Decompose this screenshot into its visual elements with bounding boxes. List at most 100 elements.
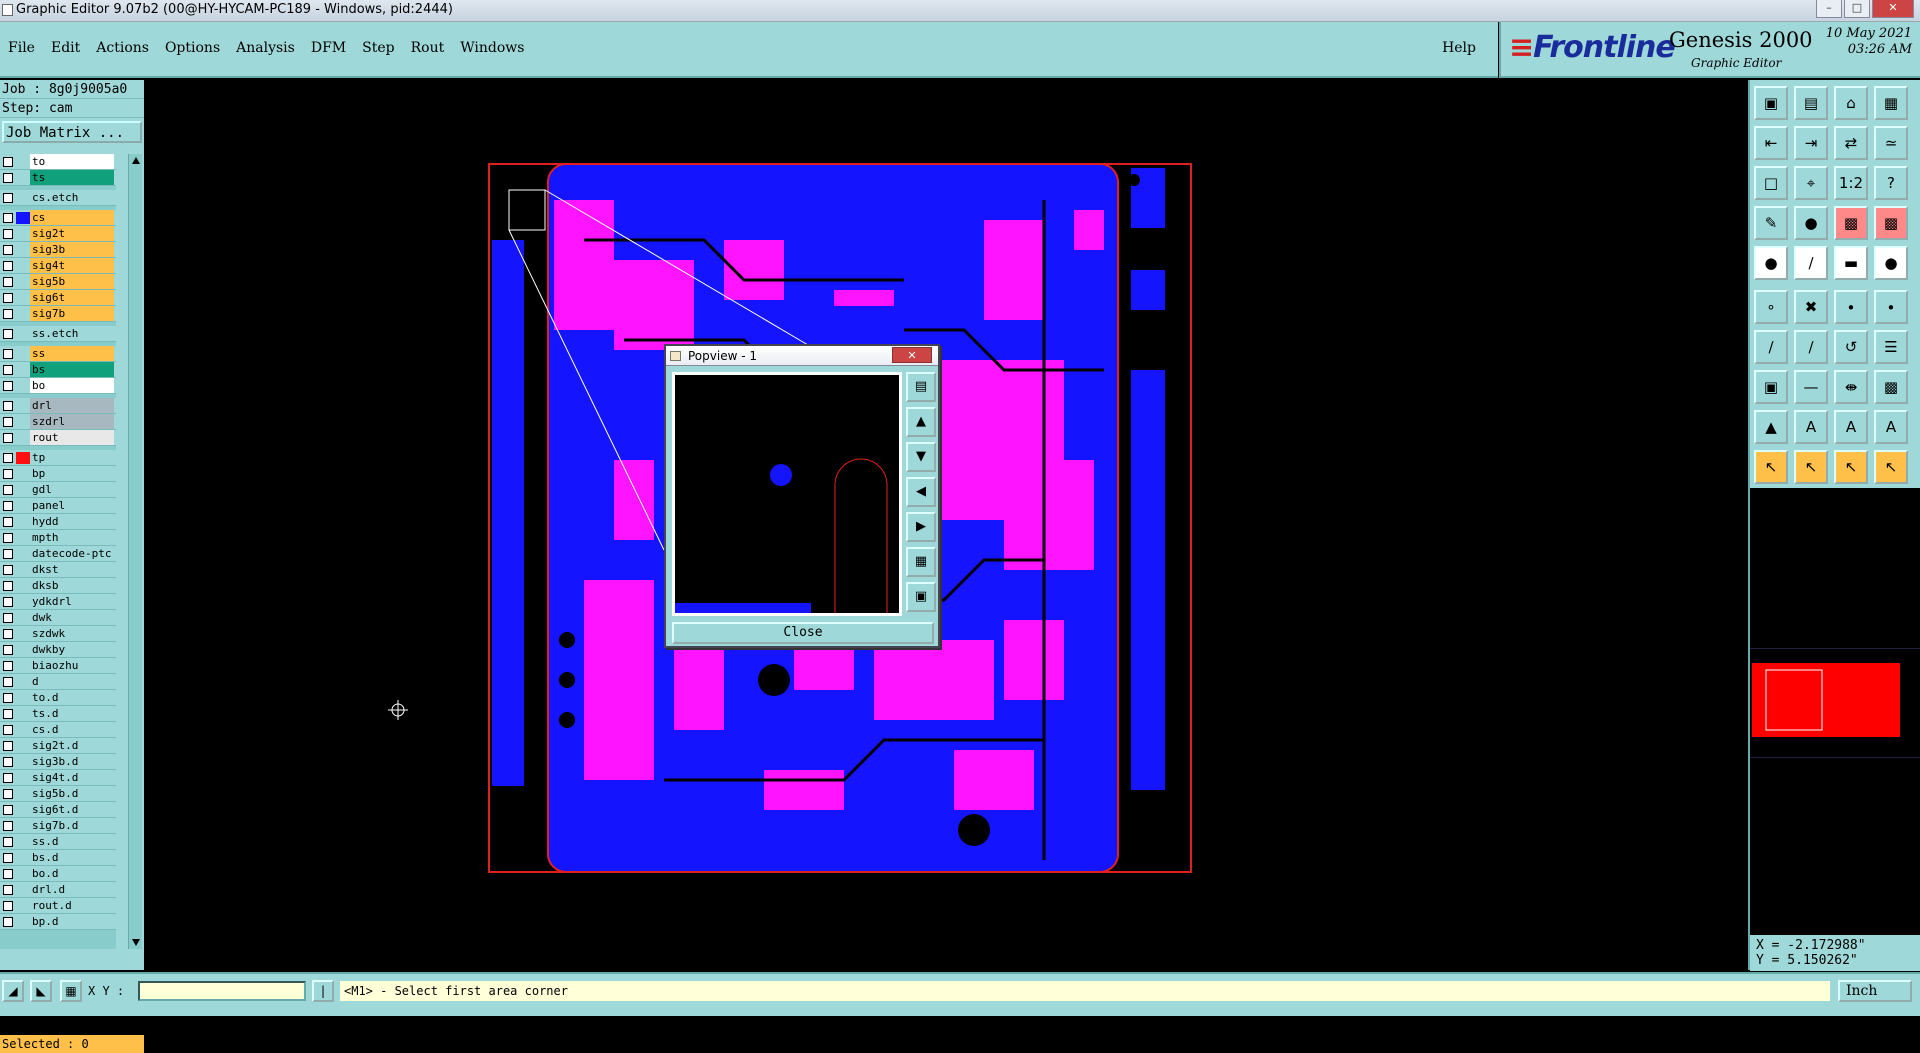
- layer-name[interactable]: dwkby: [30, 642, 114, 657]
- layer-name[interactable]: sig6t: [30, 290, 114, 305]
- layer-row[interactable]: hydd: [0, 514, 116, 530]
- layer-checkbox[interactable]: [3, 884, 13, 895]
- layer-row[interactable]: bs: [0, 362, 116, 378]
- layer-name[interactable]: bo.d: [30, 866, 114, 881]
- select4-icon[interactable]: ↖: [1874, 450, 1908, 484]
- layer-row[interactable]: cs: [0, 210, 116, 226]
- dash-icon[interactable]: ▬: [1834, 246, 1868, 280]
- layer-checkbox[interactable]: [3, 836, 13, 847]
- layer-name[interactable]: bo: [30, 378, 114, 393]
- layer-row[interactable]: to: [0, 154, 116, 170]
- layer-name[interactable]: ts: [30, 170, 114, 185]
- select-icon[interactable]: ↖: [1754, 450, 1788, 484]
- probe-icon[interactable]: ●: [1794, 206, 1828, 240]
- cross-icon[interactable]: ✖: [1794, 290, 1828, 324]
- layer-name[interactable]: sig7b.d: [30, 818, 114, 833]
- layer-name[interactable]: datecode-ptc: [30, 546, 114, 561]
- layer-row[interactable]: sig7b.d: [0, 818, 116, 834]
- layer-name[interactable]: hydd: [30, 514, 114, 529]
- layer-row[interactable]: to.d: [0, 690, 116, 706]
- layer-row[interactable]: bo.d: [0, 866, 116, 882]
- layer-checkbox[interactable]: [3, 708, 13, 719]
- select2-icon[interactable]: ↖: [1794, 450, 1828, 484]
- layer-checkbox[interactable]: [3, 260, 13, 271]
- layer-row[interactable]: tp: [0, 450, 116, 466]
- layer-name[interactable]: sig4t: [30, 258, 114, 273]
- net-icon[interactable]: ▩: [1834, 206, 1868, 240]
- layer-row[interactable]: cs.etch: [0, 190, 116, 206]
- layer-name[interactable]: mpth: [30, 530, 114, 545]
- layer-row[interactable]: bo: [0, 378, 116, 394]
- layer-name[interactable]: sig4t.d: [30, 770, 114, 785]
- minimize-icon[interactable]: –: [1816, 0, 1842, 18]
- layer-name[interactable]: drl: [30, 398, 114, 413]
- overview-map[interactable]: [1750, 648, 1920, 758]
- layer-row[interactable]: mpth: [0, 530, 116, 546]
- export-icon[interactable]: ⇥: [1794, 126, 1828, 160]
- layout-icon[interactable]: ▦: [1874, 86, 1908, 120]
- swap-icon[interactable]: ⇄: [1834, 126, 1868, 160]
- maximize-icon[interactable]: □: [1844, 0, 1870, 18]
- layer-row[interactable]: dksb: [0, 578, 116, 594]
- grid-icon[interactable]: ▦: [60, 980, 82, 1002]
- layer-checkbox[interactable]: [3, 740, 13, 751]
- layer-row[interactable]: ts.d: [0, 706, 116, 722]
- layer-checkbox[interactable]: [3, 156, 13, 167]
- layer-row[interactable]: sig2t: [0, 226, 116, 242]
- popview-close-icon[interactable]: ✕: [892, 347, 932, 363]
- layer-name[interactable]: cs.etch: [30, 190, 114, 205]
- layer-checkbox[interactable]: [3, 612, 13, 623]
- layer-row[interactable]: ts: [0, 170, 116, 186]
- layer-checkbox[interactable]: [3, 916, 13, 927]
- pen-icon[interactable]: ✎: [1754, 206, 1788, 240]
- job-matrix-button[interactable]: Job Matrix ...: [2, 121, 142, 143]
- popview-pan-down-icon[interactable]: ▼: [906, 442, 936, 472]
- layer-checkbox[interactable]: [3, 212, 13, 223]
- layer-checkbox[interactable]: [3, 348, 13, 359]
- arc-icon[interactable]: ↺: [1834, 330, 1868, 364]
- layer-checkbox[interactable]: [3, 756, 13, 767]
- node2-icon[interactable]: ∙: [1874, 290, 1908, 324]
- layer-name[interactable]: bs.d: [30, 850, 114, 865]
- layer-name[interactable]: ydkdrl: [30, 594, 114, 609]
- layer-name[interactable]: bs: [30, 362, 114, 377]
- layer-checkbox[interactable]: [3, 788, 13, 799]
- layer-name[interactable]: sig2t: [30, 226, 114, 241]
- layer-row[interactable]: rout.d: [0, 898, 116, 914]
- layer-row[interactable]: ss: [0, 346, 116, 362]
- move-icon[interactable]: ⇼: [1834, 370, 1868, 404]
- layer-name[interactable]: sig7b: [30, 306, 114, 321]
- save-icon[interactable]: ▤: [1794, 86, 1828, 120]
- fit-icon[interactable]: □: [1754, 166, 1788, 200]
- layer-name[interactable]: sig2t.d: [30, 738, 114, 753]
- layer-row[interactable]: drl.d: [0, 882, 116, 898]
- layer-checkbox[interactable]: [3, 516, 13, 527]
- layer-checkbox[interactable]: [3, 308, 13, 319]
- add-line-icon[interactable]: —: [1794, 370, 1828, 404]
- layer-name[interactable]: sig6t.d: [30, 802, 114, 817]
- layer-row[interactable]: dkst: [0, 562, 116, 578]
- layer-checkbox[interactable]: [3, 452, 13, 463]
- text2-icon[interactable]: A: [1834, 410, 1868, 444]
- import-icon[interactable]: ⇤: [1754, 126, 1788, 160]
- layer-row[interactable]: sig5b.d: [0, 786, 116, 802]
- menu-rout[interactable]: Rout: [403, 40, 453, 56]
- layer-row[interactable]: szdwk: [0, 626, 116, 642]
- layer-row[interactable]: sig4t.d: [0, 770, 116, 786]
- layer-checkbox[interactable]: [3, 820, 13, 831]
- layer-name[interactable]: ss: [30, 346, 114, 361]
- layer-row[interactable]: d: [0, 674, 116, 690]
- layer-name[interactable]: dwk: [30, 610, 114, 625]
- layer-name[interactable]: cs: [30, 210, 114, 225]
- layer-row[interactable]: sig7b: [0, 306, 116, 322]
- layer-name[interactable]: cs.d: [30, 722, 114, 737]
- layer-name[interactable]: sig5b: [30, 274, 114, 289]
- layer-name[interactable]: ss.d: [30, 834, 114, 849]
- layer-row[interactable]: cs.d: [0, 722, 116, 738]
- text3-icon[interactable]: A: [1874, 410, 1908, 444]
- layer-checkbox[interactable]: [3, 724, 13, 735]
- layer-scrollbar[interactable]: [128, 154, 142, 949]
- text-icon[interactable]: A: [1794, 410, 1828, 444]
- menu-options[interactable]: Options: [157, 40, 228, 56]
- layer-row[interactable]: bs.d: [0, 850, 116, 866]
